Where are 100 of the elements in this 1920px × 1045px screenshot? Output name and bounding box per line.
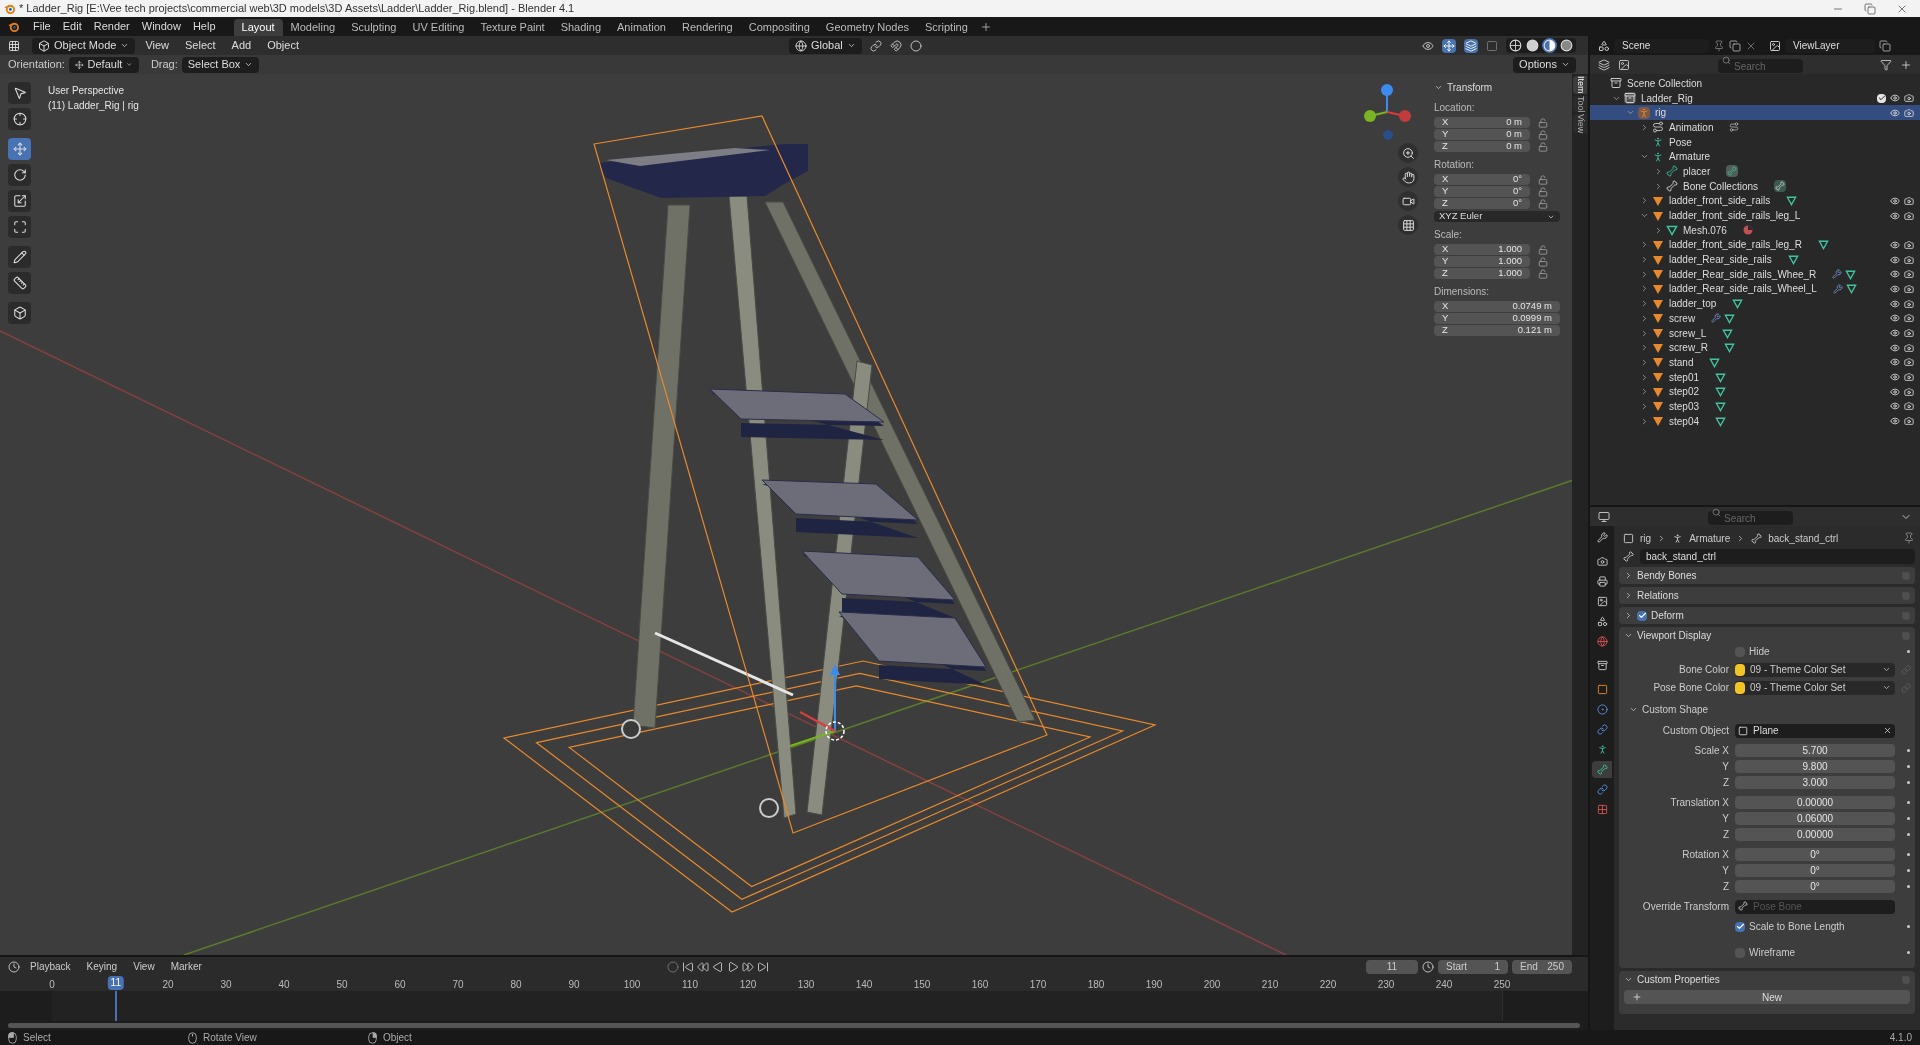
options-dropdown[interactable]: Options xyxy=(1513,56,1576,73)
padlock-icon[interactable] xyxy=(1538,268,1548,279)
panel-title[interactable]: Custom Properties xyxy=(1637,972,1720,987)
number-field[interactable]: Z 1.000 xyxy=(1434,268,1530,279)
outliner-row[interactable]: step02 xyxy=(1590,384,1920,400)
workspace-tab[interactable]: Animation xyxy=(609,19,674,36)
number-field[interactable]: 5.700 xyxy=(1735,743,1895,758)
drag-handle-icon[interactable] xyxy=(1902,611,1910,620)
editor-type-icon[interactable] xyxy=(1598,510,1610,523)
chevron-right-icon[interactable] xyxy=(1640,255,1649,265)
outliner-row[interactable]: step01 xyxy=(1590,369,1920,385)
drag-handle-icon[interactable] xyxy=(1902,975,1910,984)
outliner-row[interactable]: Pose xyxy=(1590,134,1920,150)
search-field[interactable]: Search xyxy=(1718,59,1803,73)
sidebar-tab[interactable]: View xyxy=(1573,114,1587,134)
wireframe-shading-icon[interactable] xyxy=(1508,38,1523,53)
eye-icon[interactable] xyxy=(1890,269,1900,280)
object-field[interactable]: Plane xyxy=(1735,723,1895,738)
outliner-row[interactable]: Mesh.076 xyxy=(1590,222,1920,238)
chevron-right-icon[interactable] xyxy=(1624,571,1633,580)
pin-icon[interactable] xyxy=(1713,39,1725,52)
camera-icon[interactable] xyxy=(1904,93,1914,104)
eye-icon[interactable] xyxy=(1890,372,1900,383)
outliner-row[interactable]: step04 xyxy=(1590,413,1920,429)
number-field[interactable]: X 0.0749 m xyxy=(1434,301,1560,312)
chevron-right-icon[interactable] xyxy=(1640,313,1649,323)
chevron-right-icon[interactable] xyxy=(1640,240,1649,250)
number-field[interactable]: 9.800 xyxy=(1735,759,1895,774)
padlock-icon[interactable] xyxy=(1538,186,1548,197)
padlock-icon[interactable] xyxy=(1538,198,1548,209)
camera-icon[interactable] xyxy=(1904,298,1914,309)
tool-button[interactable] xyxy=(8,108,31,130)
chevron-right-icon[interactable] xyxy=(1640,269,1649,279)
end-frame-field[interactable]: End 250 xyxy=(1512,959,1572,974)
editor-type-icon[interactable] xyxy=(8,960,20,973)
view-layer-icon[interactable] xyxy=(1618,58,1630,71)
chevron-right-icon[interactable] xyxy=(1640,387,1649,397)
orientation-dropdown[interactable]: Default xyxy=(68,56,139,73)
chevron-right-icon[interactable] xyxy=(1640,357,1649,367)
breadcrumb-item[interactable]: back_stand_ctrl xyxy=(1768,530,1839,546)
filter-icon[interactable] xyxy=(1880,58,1892,71)
panel-title[interactable]: Deform xyxy=(1651,608,1684,623)
chevron-right-icon[interactable] xyxy=(1640,416,1649,426)
orientation-dropdown[interactable]: Global xyxy=(789,37,862,54)
jump-start-icon[interactable] xyxy=(681,960,694,973)
menu-item[interactable]: File xyxy=(27,17,57,36)
camera-icon[interactable] xyxy=(1904,313,1914,324)
chevron-right-icon[interactable] xyxy=(1640,122,1649,132)
eye-icon[interactable] xyxy=(1890,93,1900,104)
snap-icon[interactable] xyxy=(889,39,902,52)
menu-item[interactable]: Window xyxy=(135,17,187,36)
proportional-edit-icon[interactable] xyxy=(909,39,922,52)
chevron-right-icon[interactable] xyxy=(1624,591,1633,600)
outliner-row[interactable]: ladder_Rear_side_rails_Wheel_L xyxy=(1590,281,1920,297)
drag-dropdown[interactable]: Select Box xyxy=(181,56,260,73)
chevron-right-icon[interactable] xyxy=(1640,328,1649,338)
chevron-right-icon[interactable] xyxy=(1640,299,1649,309)
checkbox[interactable] xyxy=(1735,921,1745,932)
navigation-button[interactable] xyxy=(1398,143,1418,163)
view-layer-icon[interactable] xyxy=(1769,39,1781,52)
menu-item[interactable]: Help xyxy=(186,17,222,36)
number-field[interactable]: X 1.000 xyxy=(1434,244,1530,255)
eye-icon[interactable] xyxy=(1890,357,1900,368)
workspace-tab[interactable]: Rendering xyxy=(673,19,741,36)
jump-end-icon[interactable] xyxy=(756,960,769,973)
menu-item[interactable]: Add xyxy=(225,37,258,54)
padlock-icon[interactable] xyxy=(1538,129,1548,140)
eye-icon[interactable] xyxy=(1890,313,1900,324)
navigation-button[interactable] xyxy=(1398,167,1418,187)
chevron-down-icon[interactable] xyxy=(1624,975,1633,984)
number-field[interactable]: Z 0° xyxy=(1434,198,1530,209)
tool-button[interactable] xyxy=(8,302,31,324)
camera-icon[interactable] xyxy=(1904,416,1914,427)
outliner-row[interactable]: placer xyxy=(1590,164,1920,179)
eye-icon[interactable] xyxy=(1890,342,1900,353)
previous-keyframe-icon[interactable] xyxy=(696,960,709,973)
exclude-checkbox[interactable] xyxy=(1877,93,1886,103)
padlock-icon[interactable] xyxy=(1538,141,1548,152)
camera-icon[interactable] xyxy=(1904,342,1914,353)
solid-shading-icon[interactable] xyxy=(1525,38,1540,53)
navigation-button[interactable] xyxy=(1398,191,1418,211)
camera-icon[interactable] xyxy=(1904,269,1914,280)
outliner-row[interactable]: Bone Collections xyxy=(1590,178,1920,194)
outliner-row[interactable]: ladder_top xyxy=(1590,296,1920,311)
outliner-row[interactable]: screw_R xyxy=(1590,340,1920,356)
workspace-tab[interactable]: Modeling xyxy=(282,19,344,36)
number-field[interactable]: 0.06000 xyxy=(1735,811,1895,826)
camera-icon[interactable] xyxy=(1904,372,1914,383)
menu-item[interactable]: Playback xyxy=(24,959,77,974)
menu-item[interactable]: View xyxy=(139,37,176,54)
eye-icon[interactable] xyxy=(1890,298,1900,309)
bone-field[interactable]: Pose Bone xyxy=(1735,899,1895,914)
number-field[interactable]: 0° xyxy=(1735,879,1895,894)
copy-icon[interactable] xyxy=(1879,39,1891,52)
view-layer-selector[interactable]: ViewLayer xyxy=(1785,38,1875,53)
chevron-right-icon[interactable] xyxy=(1624,611,1633,620)
eye-icon[interactable] xyxy=(1890,210,1900,221)
rotation-mode-dropdown[interactable]: XYZ Euler xyxy=(1434,211,1560,222)
overlay-toggle-icon[interactable] xyxy=(1464,38,1478,53)
workspace-tab[interactable]: Sculpting xyxy=(343,19,405,36)
